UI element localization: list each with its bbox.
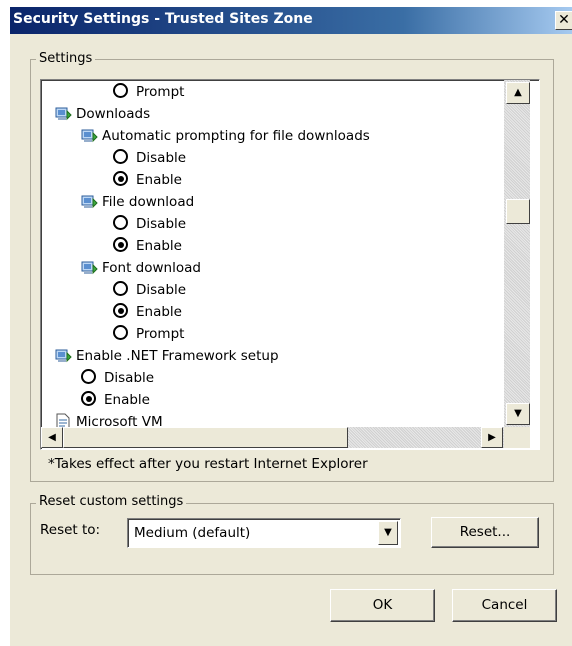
tree-radio-option[interactable]: Enable	[113, 235, 182, 257]
scroll-up-button[interactable]: ▲	[506, 82, 530, 104]
tree-radio-option[interactable]: Prompt	[113, 81, 184, 103]
close-icon: ✕	[558, 12, 570, 28]
radio-button[interactable]	[113, 237, 128, 252]
setting-category-icon	[81, 259, 99, 276]
setting-category-icon	[55, 347, 73, 364]
radio-button[interactable]	[113, 281, 128, 296]
tree-radio-option[interactable]: Disable	[81, 367, 154, 389]
close-button[interactable]: ✕	[555, 11, 572, 30]
reset-group-label: Reset custom settings	[36, 494, 187, 509]
dropdown-button[interactable]: ▼	[378, 521, 398, 545]
settings-tree[interactable]: Prompt Downloads Automatic prompting for f…	[40, 79, 540, 450]
setting-category-icon	[55, 105, 73, 122]
tree-item-label: Enable	[104, 392, 150, 408]
chevron-down-icon: ▼	[384, 527, 392, 538]
reset-button[interactable]: Reset...	[431, 517, 539, 548]
tree-radio-option[interactable]: Disable	[113, 213, 186, 235]
tree-category[interactable]: Font download	[81, 257, 201, 279]
scroll-down-icon: ▼	[514, 408, 522, 419]
horizontal-scroll-thumb[interactable]	[63, 427, 348, 448]
scroll-up-icon: ▲	[514, 87, 522, 98]
vertical-scroll-thumb[interactable]	[506, 199, 530, 224]
scroll-down-button[interactable]: ▼	[506, 403, 530, 425]
radio-button[interactable]	[113, 83, 128, 98]
scroll-left-icon: ◀	[48, 432, 56, 443]
radio-button[interactable]	[113, 149, 128, 164]
radio-button[interactable]	[81, 391, 96, 406]
tree-radio-option[interactable]: Disable	[113, 147, 186, 169]
tree-item-label: Downloads	[76, 106, 151, 122]
tree-item-label: Automatic prompting for file downloads	[102, 128, 370, 144]
radio-button[interactable]	[81, 369, 96, 384]
tree-category[interactable]: Automatic prompting for file downloads	[81, 125, 370, 147]
tree-category[interactable]: Enable .NET Framework setup	[55, 345, 279, 367]
scroll-left-button[interactable]: ◀	[41, 427, 63, 448]
radio-button[interactable]	[113, 325, 128, 340]
tree-radio-option[interactable]: Enable	[113, 169, 182, 191]
tree-radio-option[interactable]: Enable	[81, 389, 150, 411]
tree-item-label: Font download	[102, 260, 201, 276]
tree-radio-option[interactable]: Disable	[113, 279, 186, 301]
scrollbar-corner	[504, 427, 530, 448]
setting-category-icon	[81, 127, 99, 144]
tree-item-label: File download	[102, 194, 195, 210]
tree-radio-option[interactable]: Prompt	[113, 323, 184, 345]
settings-group-label: Settings	[36, 51, 96, 66]
title-bar[interactable]: Security Settings - Trusted Sites Zone ✕	[10, 7, 572, 34]
reset-to-label: Reset to:	[40, 522, 101, 538]
tree-item-label: Enable	[136, 304, 182, 320]
tree-item-label: Enable	[136, 172, 182, 188]
tree-item-label: Disable	[136, 216, 187, 232]
vertical-scrollbar[interactable]: ▲ ▼	[504, 80, 530, 427]
radio-button[interactable]	[113, 303, 128, 318]
tree-item-label: Disable	[104, 370, 155, 386]
cancel-button-label: Cancel	[481, 597, 528, 613]
tree-item-label: Prompt	[136, 326, 185, 342]
ok-button-label: OK	[372, 597, 393, 613]
tree-item-label: Disable	[136, 150, 187, 166]
reset-level-value: Medium (default)	[134, 525, 251, 541]
tree-category[interactable]: Downloads	[55, 103, 150, 125]
restart-note: *Takes effect after you restart Internet…	[48, 456, 368, 472]
reset-button-label: Reset...	[459, 524, 511, 540]
tree-item-label: Enable .NET Framework setup	[76, 348, 279, 364]
radio-button[interactable]	[113, 171, 128, 186]
tree-category[interactable]: File download	[81, 191, 194, 213]
tree-item-label: Disable	[136, 282, 187, 298]
cancel-button[interactable]: Cancel	[452, 589, 557, 622]
setting-category-icon	[81, 193, 99, 210]
scroll-right-icon: ▶	[488, 432, 496, 443]
scroll-right-button[interactable]: ▶	[481, 427, 503, 448]
tree-item-label: Prompt	[136, 84, 185, 100]
reset-level-select[interactable]: Medium (default) ▼	[127, 518, 401, 548]
radio-button[interactable]	[113, 215, 128, 230]
window-title: Security Settings - Trusted Sites Zone	[13, 11, 313, 27]
tree-item-label: Enable	[136, 238, 182, 254]
horizontal-scrollbar[interactable]: ◀ ▶	[41, 427, 504, 448]
ok-button[interactable]: OK	[330, 589, 435, 622]
tree-radio-option[interactable]: Enable	[113, 301, 182, 323]
